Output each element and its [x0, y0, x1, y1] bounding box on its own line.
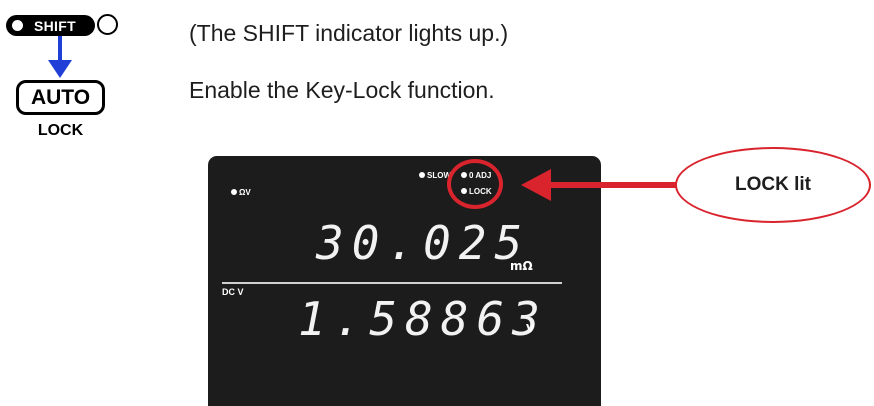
- shift-key-label: SHIFT: [34, 18, 76, 34]
- arrow-down-icon: [48, 36, 72, 78]
- instruction-note: (The SHIFT indicator lights up.): [189, 20, 509, 46]
- shift-key-pill: SHIFT: [6, 15, 95, 36]
- indicator-ohm-v-label: ΩV: [239, 188, 251, 197]
- secondary-label: DC V: [222, 287, 244, 297]
- callout-text: LOCK lit: [735, 174, 811, 195]
- primary-reading: 30.025: [316, 216, 531, 270]
- lock-key-sublabel: LOCK: [37, 122, 84, 139]
- shift-led-icon: [12, 20, 23, 31]
- secondary-reading: 1.58863: [298, 292, 548, 346]
- auto-key[interactable]: AUTO: [16, 80, 105, 115]
- led-dot-icon: [231, 189, 237, 195]
- led-dot-icon: [419, 172, 425, 178]
- instruction-action: Enable the Key-Lock function.: [189, 77, 495, 103]
- primary-unit: mΩ: [510, 259, 533, 273]
- display-divider: [222, 282, 562, 284]
- secondary-unit: V: [526, 322, 535, 335]
- callout-bubble: LOCK lit: [675, 147, 871, 223]
- shift-button-circle-icon: [97, 14, 118, 35]
- indicator-ohm-v: ΩV: [231, 188, 251, 198]
- arrow-left-icon: [521, 169, 683, 201]
- lock-highlight-ring: [447, 159, 503, 209]
- indicator-slow: SLOW: [419, 171, 451, 181]
- shift-key[interactable]: SHIFT: [6, 14, 118, 37]
